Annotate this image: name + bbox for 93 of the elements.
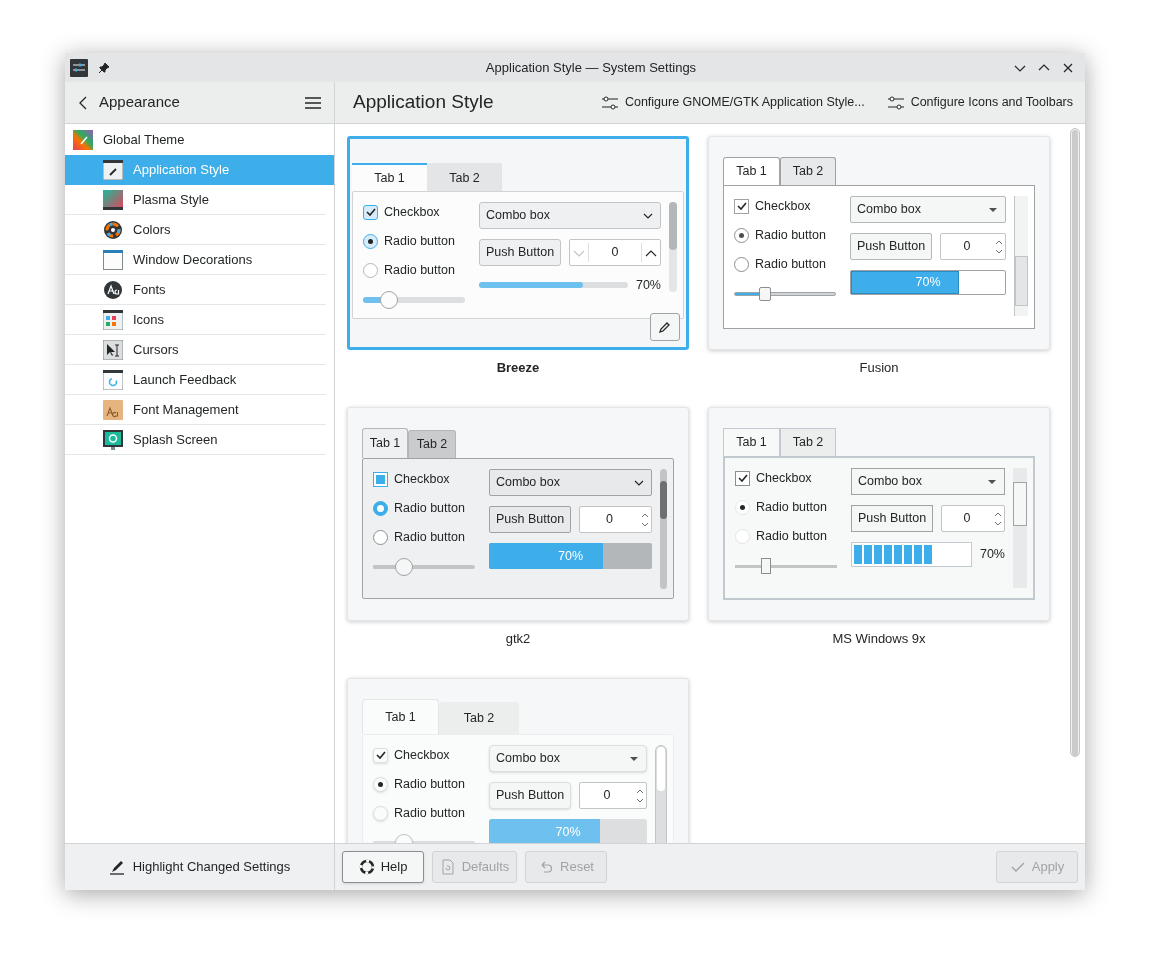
- push-button: Push Button: [479, 239, 562, 266]
- push-button: Push Button: [489, 782, 572, 809]
- loading-window-icon: [103, 369, 123, 390]
- style-preview-card[interactable]: Tab 1 Tab 2 Checkbox Radio button Radio button Combo box Push Button 0 70%: [708, 407, 1050, 621]
- font-icon: [103, 279, 123, 300]
- plasma-icon: [103, 189, 123, 210]
- spin-box: 0: [579, 782, 647, 809]
- sidebar-item[interactable]: Font Management: [65, 395, 326, 425]
- sidebar-item[interactable]: Window Decorations: [65, 245, 326, 275]
- sidebar-item[interactable]: Fonts: [65, 275, 326, 305]
- tab: Tab 1: [352, 163, 427, 191]
- document-icon: [439, 859, 456, 875]
- style-preview-card[interactable]: Tab 1 Tab 2 Checkbox Radio button Radio button Combo box Push Button 0 70%: [347, 407, 689, 621]
- spin-box: 0: [569, 239, 661, 266]
- font-box-icon: [103, 399, 123, 420]
- style-name: Breeze: [496, 360, 540, 376]
- tab: Tab 1: [362, 428, 408, 458]
- tab: Tab 2: [439, 702, 519, 734]
- checkbox-label: Checkbox: [394, 746, 450, 764]
- tab: Tab 2: [780, 157, 836, 185]
- pin-icon[interactable]: [98, 61, 110, 74]
- tab: Tab 1: [723, 428, 780, 456]
- tab: Tab 1: [723, 157, 780, 185]
- scrollbar[interactable]: [1070, 128, 1080, 757]
- monitor-icon: [103, 429, 123, 450]
- cursor-icon: [103, 339, 123, 360]
- progress-reading: 70%: [557, 547, 584, 565]
- tab: Tab 1: [362, 699, 439, 734]
- checkbox-label: Checkbox: [756, 469, 812, 487]
- checkbox-label: Checkbox: [384, 203, 440, 221]
- app-icon[interactable]: [70, 58, 88, 77]
- pencil-icon: [658, 320, 672, 334]
- style-name: Fusion: [859, 360, 899, 376]
- lifebuoy-icon: [358, 859, 375, 875]
- push-button: Push Button: [489, 506, 572, 533]
- radio-label: Radio button: [394, 804, 465, 822]
- push-button: Push Button: [851, 505, 934, 532]
- tab: Tab 2: [780, 428, 836, 456]
- sidebar-item[interactable]: Colors: [65, 215, 326, 245]
- menu-icon[interactable]: [304, 95, 322, 110]
- back-icon[interactable]: [77, 94, 89, 111]
- sidebar-item[interactable]: Cursors: [65, 335, 326, 365]
- edit-button[interactable]: [650, 313, 680, 341]
- sliders-icon: [886, 94, 905, 111]
- help-button[interactable]: Help: [342, 851, 424, 883]
- progress-reading: 70%: [979, 546, 1005, 564]
- window-icon: [103, 249, 123, 270]
- combo-box: Combo box: [489, 745, 647, 772]
- section-title: Appearance: [99, 92, 181, 113]
- radio-label: Radio button: [756, 527, 827, 545]
- checkbox-label: Checkbox: [755, 197, 811, 215]
- icon-grid-icon: [103, 309, 123, 330]
- radio-label: Radio button: [384, 261, 455, 279]
- spin-box: 0: [579, 506, 652, 533]
- combo-box: Combo box: [850, 196, 1006, 223]
- configure-button[interactable]: Configure GNOME/GTK Application Style...: [600, 93, 865, 112]
- radio-label: Radio button: [755, 255, 826, 273]
- sliders-icon: [600, 94, 619, 111]
- combo-box: Combo box: [851, 468, 1005, 495]
- checkbox-label: Checkbox: [394, 470, 450, 488]
- combo-box: Combo box: [489, 469, 652, 496]
- sidebar-item[interactable]: Icons: [65, 305, 326, 335]
- radio-label: Radio button: [384, 232, 455, 250]
- sidebar-item[interactable]: Launch Feedback: [65, 365, 326, 395]
- radio-label: Radio button: [756, 498, 827, 516]
- theme-icon: [73, 130, 93, 150]
- radio-label: Radio button: [394, 775, 465, 793]
- window-brush-icon: [103, 160, 123, 180]
- combo-box: Combo box: [479, 202, 661, 229]
- radio-label: Radio button: [755, 226, 826, 244]
- color-wheel-icon: [103, 219, 123, 240]
- sidebar-item[interactable]: Plasma Style: [65, 185, 326, 215]
- progress-reading: 70%: [635, 277, 661, 294]
- window-title: Application Style — System Settings: [484, 58, 698, 77]
- sidebar-item[interactable]: Global Theme: [65, 125, 334, 155]
- spin-box: 0: [940, 233, 1006, 260]
- configure-button[interactable]: Configure Icons and Toolbars: [886, 93, 1073, 112]
- progress-reading: 70%: [554, 823, 582, 841]
- progress-reading: 70%: [914, 274, 942, 292]
- style-name: MS Windows 9x: [832, 631, 926, 647]
- style-preview-card[interactable]: Tab 1 Tab 2 Checkbox Radio button Radio button Combo box Push Button 0 70%: [347, 136, 689, 350]
- style-preview-card[interactable]: Tab 1 Tab 2 Checkbox Radio button Radio button Combo box Push Button 0 70%: [708, 136, 1050, 350]
- spin-box: 0: [941, 505, 1005, 532]
- tab: Tab 2: [408, 430, 456, 458]
- style-name: gtk2: [505, 631, 531, 647]
- brush-icon: [108, 859, 125, 875]
- radio-label: Radio button: [394, 499, 465, 517]
- style-preview-card[interactable]: Tab 1 Tab 2 Checkbox Radio button Radio button Combo box Push Button 0 70%: [347, 678, 689, 843]
- page-title: Application Style: [353, 90, 495, 115]
- sidebar-item[interactable]: Splash Screen: [65, 425, 326, 455]
- tab: Tab 2: [427, 163, 502, 191]
- push-button: Push Button: [850, 233, 933, 260]
- radio-label: Radio button: [394, 528, 465, 546]
